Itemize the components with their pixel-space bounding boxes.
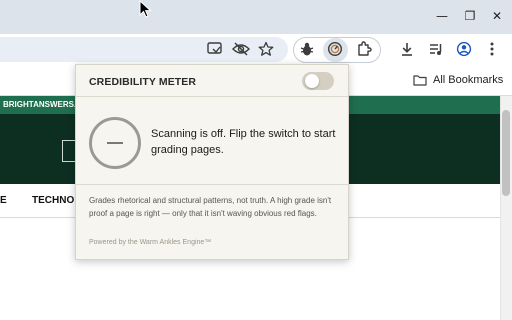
mouse-cursor-icon — [139, 0, 152, 18]
restore-button[interactable]: ❐ — [459, 7, 481, 25]
powered-by-text: Powered by the Warm Ankles Engine™ — [89, 239, 212, 246]
nav-item-partial[interactable]: E — [0, 195, 7, 206]
cast-icon[interactable] — [204, 38, 226, 60]
popup-title: CREDIBILITY METER — [89, 76, 197, 88]
eye-off-icon[interactable] — [230, 38, 252, 60]
scrollbar-thumb[interactable] — [502, 110, 510, 196]
meter-gauge-icon — [89, 117, 141, 169]
download-icon[interactable] — [396, 38, 418, 60]
gauge-dash — [107, 142, 123, 144]
close-window-button[interactable]: ✕ — [486, 7, 508, 25]
menu-icon[interactable] — [481, 38, 503, 60]
disclaimer-text: Grades rhetorical and structural pattern… — [89, 196, 332, 218]
gauge-icon[interactable] — [324, 38, 346, 60]
star-icon[interactable] — [255, 38, 277, 60]
site-name[interactable]: BRIGHTANSWERS.A — [3, 100, 82, 109]
puzzle-icon[interactable] — [353, 38, 375, 60]
popup-divider — [76, 184, 348, 185]
folder-icon — [413, 75, 427, 86]
credibility-meter-popup: CREDIBILITY METER Scanning is off. Flip … — [75, 64, 349, 260]
all-bookmarks-label: All Bookmarks — [433, 74, 504, 86]
all-bookmarks-button[interactable]: All Bookmarks — [413, 72, 503, 88]
toggle-knob[interactable] — [305, 74, 319, 88]
profile-icon[interactable] — [453, 38, 475, 60]
media-queue-icon[interactable] — [425, 38, 447, 60]
nav-item-technology[interactable]: TECHNO — [32, 195, 74, 206]
status-message: Scanning is off. Flip the switch to star… — [151, 128, 336, 156]
minimize-button[interactable]: — — [431, 7, 453, 25]
bug-icon[interactable] — [296, 38, 318, 60]
popup-divider — [76, 96, 348, 97]
